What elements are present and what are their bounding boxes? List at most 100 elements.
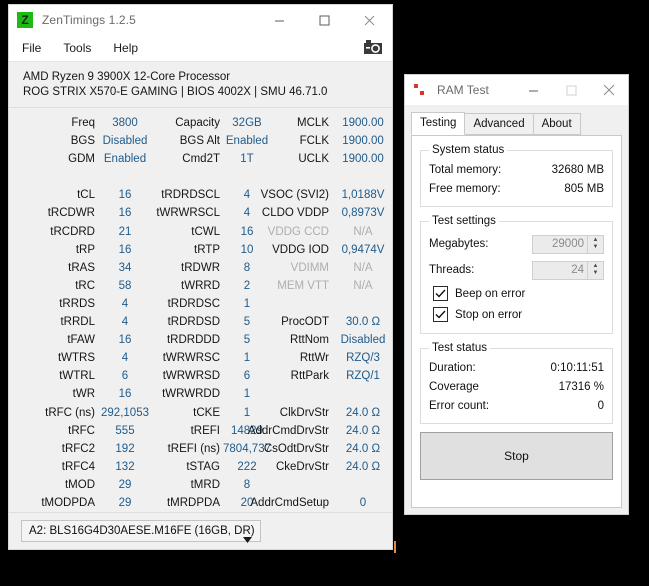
timings-row: GDM Enabled Cmd2T 1T UCLK 1900.00 bbox=[9, 150, 392, 168]
timings-cell-label-mid: Capacity bbox=[175, 117, 220, 129]
duration-value: 0:10:11:51 bbox=[550, 361, 604, 374]
stop-on-error-checkbox[interactable]: Stop on error bbox=[433, 304, 604, 325]
timings-row: tRRDL 4 tRDRDSD 5 ProcODT 30.0 Ω bbox=[9, 313, 392, 331]
timings-cell-label-left: tRRDS bbox=[59, 297, 95, 310]
close-button[interactable] bbox=[347, 5, 392, 35]
timings-cell-label-right: VDDG CCD bbox=[267, 225, 329, 238]
tab-about[interactable]: About bbox=[532, 113, 581, 135]
timings-cell-value-right: 1,0188V bbox=[341, 189, 385, 202]
threads-row: Threads: 24 ▲ ▼ bbox=[429, 257, 604, 283]
system-status-legend: System status bbox=[432, 144, 505, 156]
timings-row: tRC 58 tWRRD 2 MEM VTT N/A bbox=[9, 277, 392, 295]
timings-cell-value-mid: 10 bbox=[240, 243, 254, 256]
timings-cell-label-left: tMOD bbox=[64, 478, 95, 491]
timings-cell-value-right: 30.0 Ω bbox=[345, 316, 381, 329]
timings-cell-label-right: AddrCmdSetup bbox=[250, 496, 329, 509]
background-text-artifact bbox=[394, 541, 396, 553]
error-count-row: Error count: 0 bbox=[429, 396, 604, 415]
timings-cell-value-left: 292,1053 bbox=[101, 406, 149, 419]
ramtest-close-button[interactable] bbox=[590, 75, 628, 105]
menu-item-help[interactable]: Help bbox=[104, 38, 147, 58]
checkmark-icon bbox=[435, 310, 446, 319]
timings-cell-value-mid: 8 bbox=[243, 261, 251, 274]
timings-cell-label-left: tRRDL bbox=[60, 316, 95, 329]
timings-cell-value-left: 16 bbox=[118, 243, 132, 256]
timings-cell-label-left: tRAS bbox=[68, 261, 95, 274]
timings-cell-value-mid: 1 bbox=[243, 388, 251, 401]
stepper-up-icon[interactable]: ▲ bbox=[593, 237, 599, 244]
threads-value: 24 bbox=[571, 264, 584, 276]
timings-cell-label-left: tRFC bbox=[68, 424, 95, 437]
timings-cell-value-mid: 6 bbox=[243, 370, 251, 383]
timings-cell-label-right: RttWr bbox=[299, 352, 329, 365]
timings-cell-label-mid: tWRWRSC bbox=[162, 352, 220, 365]
ramtest-maximize-button[interactable] bbox=[552, 75, 590, 105]
stepper-down-icon[interactable]: ▼ bbox=[593, 270, 599, 277]
timings-cell-label-mid: tRDRDSCL bbox=[161, 189, 220, 202]
timings-cell-label-left: tRFC (ns) bbox=[45, 406, 95, 419]
timings-table: Freq 3800 Capacity 32GB MCLK 1900.00 BGS Disabl… bbox=[9, 108, 392, 545]
timings-row: tRAS 34 tRDWR 8 VDIMM N/A bbox=[9, 259, 392, 277]
stop-button[interactable]: Stop bbox=[420, 432, 613, 480]
timings-cell-value-right: 1900.00 bbox=[342, 153, 384, 166]
beep-on-error-label: Beep on error bbox=[455, 287, 526, 300]
minimize-button[interactable] bbox=[257, 5, 302, 35]
timings-cell-value-right: 1900.00 bbox=[342, 135, 384, 148]
timings-cell-value-right: 1900.00 bbox=[342, 117, 384, 129]
ramtest-window: RAM Test Testing Advanced About System s… bbox=[404, 74, 629, 515]
timings-cell-label-right: UCLK bbox=[298, 153, 329, 166]
threads-label: Threads: bbox=[429, 264, 475, 276]
timings-cell-value-left: 16 bbox=[118, 207, 132, 220]
timings-cell-label-left: GDM bbox=[68, 153, 95, 166]
megabytes-row: Megabytes: 29000 ▲ ▼ bbox=[429, 231, 604, 257]
dimm-selector-dropdown[interactable]: A2: BLS16G4D30AESE.M16FE (16GB, DR) bbox=[21, 520, 261, 543]
maximize-button[interactable] bbox=[302, 5, 347, 35]
timings-cell-value-mid: 1 bbox=[243, 352, 251, 365]
screenshot-camera-icon[interactable] bbox=[364, 40, 382, 59]
timings-cell-value-right: 0 bbox=[359, 496, 367, 509]
timings-cell-label-mid: tWRWRSD bbox=[162, 370, 220, 383]
checkbox-box bbox=[433, 286, 448, 301]
timings-cell-value-left: 4 bbox=[121, 316, 129, 329]
tab-advanced[interactable]: Advanced bbox=[464, 113, 534, 135]
megabytes-label: Megabytes: bbox=[429, 238, 489, 250]
zentimings-logo-icon: Z bbox=[17, 12, 33, 28]
timings-cell-label-left: tCL bbox=[77, 189, 95, 202]
tab-testing[interactable]: Testing bbox=[411, 112, 466, 135]
timings-cell-label-mid: Cmd2T bbox=[182, 153, 220, 166]
ramtest-minimize-button[interactable] bbox=[514, 75, 552, 105]
cpu-info-block: AMD Ryzen 9 3900X 12-Core Processor ROG … bbox=[9, 62, 392, 108]
timings-cell-value-left: 132 bbox=[115, 460, 135, 473]
timings-cell-label-mid: tREFI bbox=[190, 424, 220, 437]
zentimings-titlebar[interactable]: Z ZenTimings 1.2.5 bbox=[9, 5, 392, 35]
timings-row: tFAW 16 tRDRDDD 5 RttNom Disabled bbox=[9, 331, 392, 349]
menu-item-file[interactable]: File bbox=[13, 38, 50, 58]
timings-cell-label-left: tWR bbox=[72, 388, 95, 401]
threads-stepper[interactable]: 24 ▲ ▼ bbox=[532, 260, 604, 280]
timings-cell-label-right: RttNom bbox=[290, 334, 329, 347]
timings-cell-label-mid: tWRRD bbox=[181, 279, 220, 292]
megabytes-stepper-buttons[interactable]: ▲ ▼ bbox=[587, 235, 603, 253]
timings-cell-value-mid: 1 bbox=[243, 406, 251, 419]
total-memory-row: Total memory: 32680 MB bbox=[429, 160, 604, 179]
coverage-row: Coverage 17316 % bbox=[429, 377, 604, 396]
timings-cell-value-right: Disabled bbox=[340, 334, 386, 347]
beep-on-error-checkbox[interactable]: Beep on error bbox=[433, 283, 604, 304]
stepper-up-icon[interactable]: ▲ bbox=[593, 263, 599, 270]
megabytes-stepper[interactable]: 29000 ▲ ▼ bbox=[532, 234, 604, 254]
timings-row: tRFC (ns) 292,1053 tCKE 1 ClkDrvStr 24.0 Ω bbox=[9, 404, 392, 422]
threads-stepper-buttons[interactable]: ▲ ▼ bbox=[587, 261, 603, 279]
timings-cell-value-right: 0,9474V bbox=[341, 243, 385, 256]
ramtest-titlebar[interactable]: RAM Test bbox=[405, 75, 628, 105]
timings-cell-label-right: ProcODT bbox=[281, 316, 329, 329]
stepper-down-icon[interactable]: ▼ bbox=[593, 244, 599, 251]
timings-cell-label-mid: tWRWRDD bbox=[162, 388, 220, 401]
menu-item-tools[interactable]: Tools bbox=[54, 38, 100, 58]
timings-cell-value-mid: 5 bbox=[243, 334, 251, 347]
timings-cell-label-right: FCLK bbox=[299, 135, 329, 148]
timings-cell-value-right: RZQ/3 bbox=[346, 352, 380, 365]
timings-cell-label-mid: tWRWRSCL bbox=[156, 207, 220, 220]
timings-cell-label-mid: tREFI (ns) bbox=[167, 442, 220, 455]
total-memory-label: Total memory: bbox=[429, 163, 502, 176]
timings-cell-value-right: N/A bbox=[353, 279, 373, 292]
